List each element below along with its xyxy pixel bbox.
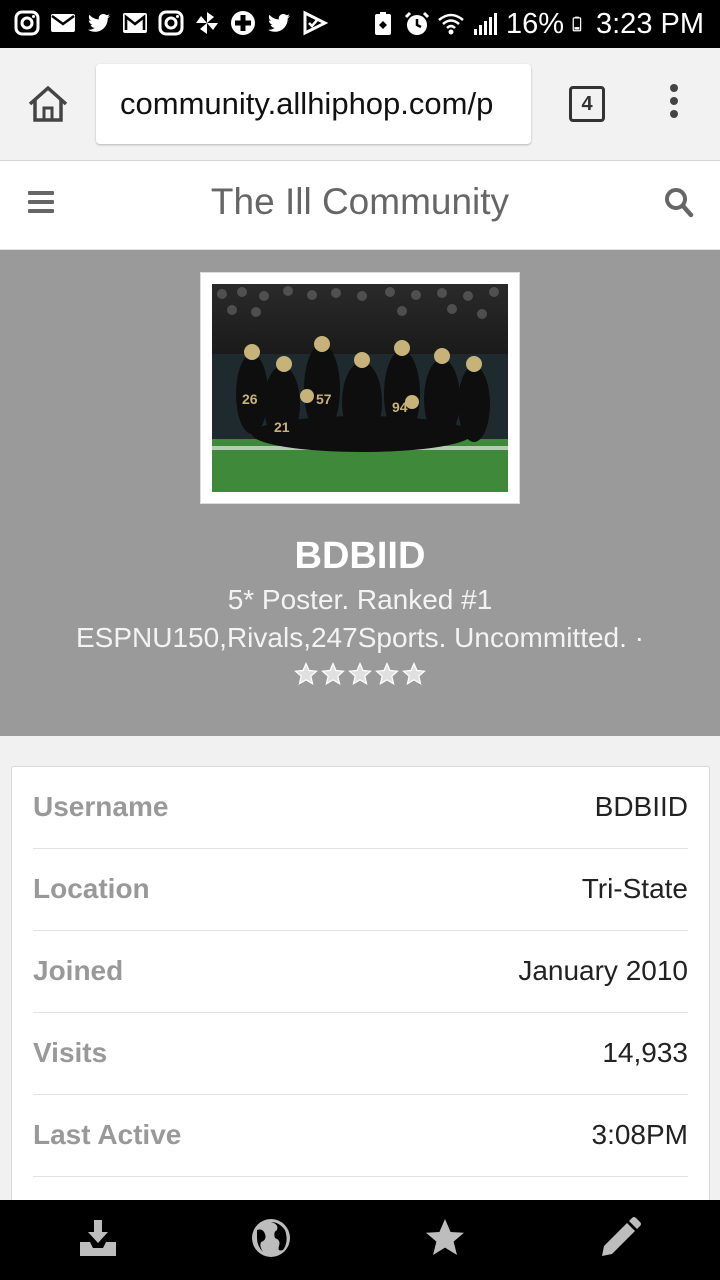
battery-icon: [572, 16, 582, 32]
profile-photo[interactable]: 26 57 21 94: [212, 284, 508, 492]
detail-row-visits: Visits 14,933: [33, 1013, 688, 1095]
star-icon: [402, 662, 426, 686]
address-bar[interactable]: community.allhiphop.com/p: [96, 64, 531, 144]
detail-value: January 2010: [518, 955, 688, 986]
detail-row-last-active: Last Active 3:08PM: [33, 1095, 688, 1177]
clock: 3:23 PM: [596, 8, 704, 40]
svg-text:21: 21: [274, 419, 290, 435]
battery-saver-icon: [374, 12, 391, 35]
svg-text:57: 57: [316, 391, 332, 407]
alarm-icon: [404, 11, 430, 35]
star-icon[interactable]: [423, 1216, 467, 1260]
rating-stars: [294, 662, 426, 686]
wifi-icon: [438, 13, 464, 35]
profile-hero: 26 57 21 94 BDBIID 5* Poster. Ranked #1 ESP…: [0, 250, 720, 736]
notification-icons: [14, 10, 328, 36]
twitter-icon: [268, 14, 290, 32]
detail-label: Last Active: [33, 1119, 182, 1150]
star-icon: [294, 662, 318, 686]
detail-row-location: Location Tri-State: [33, 849, 688, 931]
gmail-icon: [123, 13, 147, 33]
detail-value: 3:08PM: [591, 1119, 689, 1150]
check-flag-icon: [303, 10, 328, 36]
star-icon: [321, 662, 345, 686]
browser-toolbar: community.allhiphop.com/p 4: [0, 48, 720, 161]
detail-value: Tri-State: [581, 873, 688, 904]
detail-value: BDBIID: [594, 791, 688, 822]
detail-row-joined: Joined January 2010: [33, 931, 688, 1013]
search-icon[interactable]: [664, 187, 694, 219]
detail-row-username: Username BDBIID: [33, 767, 688, 849]
detail-value: 14,933: [602, 1037, 688, 1068]
overflow-menu-icon[interactable]: [664, 84, 684, 124]
battery-percentage: 16%: [505, 8, 564, 40]
url-text[interactable]: community.allhiphop.com/p: [120, 86, 520, 122]
inbox-download-icon[interactable]: [76, 1216, 120, 1260]
instagram-icon: [14, 10, 40, 36]
globe-icon[interactable]: [249, 1216, 293, 1260]
star-icon: [348, 662, 372, 686]
profile-subtitle: ESPNU150,Rivals,247Sports. Uncommitted. …: [76, 622, 644, 653]
site-header: The Ill Community: [0, 161, 720, 250]
pencil-icon[interactable]: [598, 1216, 642, 1260]
signal-icon: [473, 13, 497, 35]
star-icon: [375, 662, 399, 686]
bottom-nav: [0, 1200, 720, 1280]
svg-text:94: 94: [392, 399, 408, 415]
detail-label: Joined: [33, 955, 124, 986]
twitter-icon: [88, 14, 110, 32]
svg-text:26: 26: [242, 391, 258, 407]
profile-photo-frame[interactable]: 26 57 21 94: [200, 272, 520, 504]
instagram-icon: [158, 10, 184, 36]
detail-label: Visits: [33, 1037, 108, 1068]
site-title[interactable]: The Ill Community: [0, 181, 720, 223]
profile-title: 5* Poster. Ranked #1: [227, 584, 493, 615]
detail-label: Username: [33, 791, 169, 822]
mail-icon: [51, 14, 75, 32]
detail-label: Location: [33, 873, 150, 904]
system-status: 16% 3:23 PM: [370, 6, 704, 42]
medical-cross-icon: [231, 11, 255, 35]
home-icon[interactable]: [26, 84, 70, 124]
tab-switcher-button[interactable]: 4: [569, 86, 605, 122]
profile-details-card: Username BDBIID Location Tri-State Joined Jan…: [11, 766, 710, 1228]
pinwheel-icon: [196, 12, 218, 34]
profile-name: BDBIID: [294, 535, 426, 577]
status-bar: 16% 3:23 PM: [0, 0, 720, 48]
